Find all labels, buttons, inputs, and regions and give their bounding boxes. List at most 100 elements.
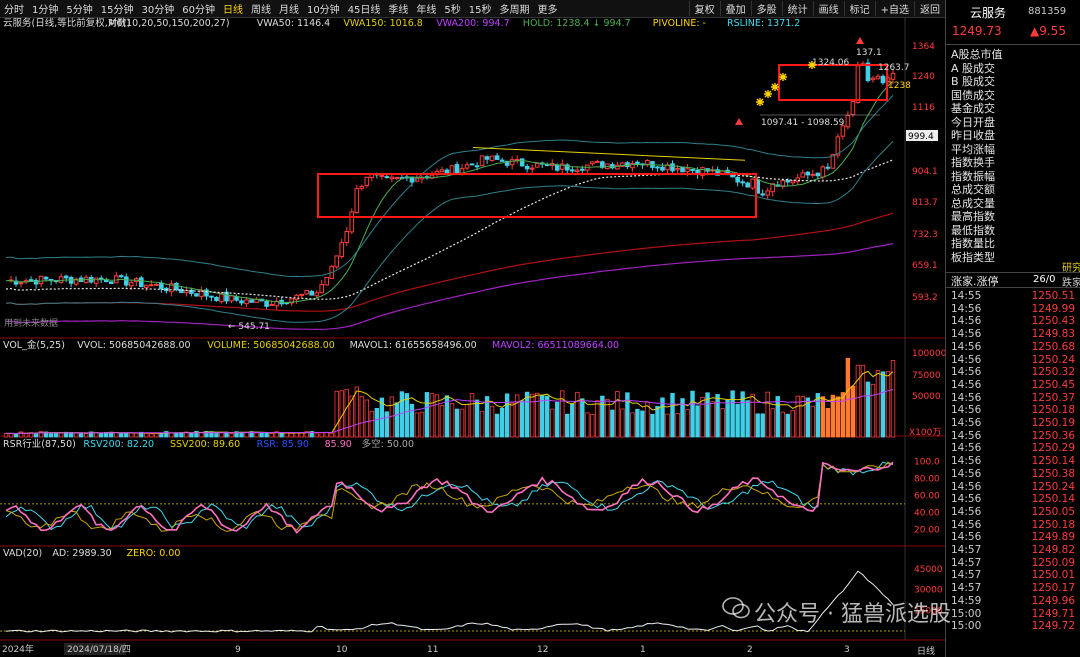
volume-bar [159,432,164,438]
tick-price: 1250.19 [1031,417,1075,429]
candle-body [43,276,49,280]
candle-body [680,166,685,173]
volume-bar [409,403,415,438]
rsr-tick: 40.00 [914,508,940,518]
volume-bar [730,390,735,438]
tab-3[interactable]: 15分钟 [97,1,138,16]
volume-bar [785,413,790,438]
volume-bar [750,393,755,438]
tick-time: 15:00 [951,607,982,620]
limit-value: 26/0 [1033,274,1056,285]
candle-body [499,159,505,162]
tab-8[interactable]: 月线 [275,1,303,16]
tab-7[interactable]: 周线 [247,1,275,16]
candle-body [655,166,660,169]
kline-chart[interactable]: 用到未来数据 ← 545.711097.41 - 1098.591324.06 12… [0,17,945,657]
tick-time: 14:56 [951,340,982,353]
toolbar-button-2[interactable]: 多股 [750,1,782,16]
tab-0[interactable]: 分时 [0,1,28,16]
tick-row: 14:56 1249.99 [951,303,1079,315]
volume-bar [540,394,545,438]
tab-6[interactable]: 日线 [219,1,247,16]
tab-13[interactable]: 5秒 [440,1,464,16]
tab-14[interactable]: 15秒 [465,1,496,16]
tab-16[interactable]: 更多 [534,1,562,16]
toolbar-button-0[interactable]: 复权 [688,1,720,16]
volume-bar [860,364,866,438]
volume-bar [835,396,841,438]
volume-bar [685,409,690,438]
volume-bar [399,391,405,438]
range-label: 1097.41 - 1098.59 [761,118,845,128]
vol-tick: 75000 [912,371,941,381]
candle-body [815,172,821,177]
candle-body [875,75,881,80]
index-change: ▲9.55 [1030,24,1066,38]
candle-body [635,161,640,165]
volume-bar [394,402,400,438]
tick-price: 1250.38 [1031,467,1075,480]
toolbar-button-1[interactable]: 叠加 [719,1,751,16]
tick-time: 14:56 [951,328,982,341]
volume-bar [124,432,129,438]
volume-bar [735,403,740,438]
tick-price: 1250.29 [1031,442,1075,455]
tab-11[interactable]: 季线 [384,1,412,16]
volume-bar [555,401,560,438]
volume-bar [374,408,380,438]
indicator-label: RSR行业(87,50) [3,438,76,450]
x-axis-label: 9 [235,645,241,655]
candle-body [194,293,199,297]
candle-body [529,167,535,170]
candle-body [379,174,385,177]
tick-time: 14:56 [951,315,982,328]
tick-time: 14:55 [951,290,982,302]
volume-bar [449,403,455,438]
price-label-1263: 1263.7 [878,63,910,73]
tick-time: 14:57 [951,582,982,595]
volume-bar [645,401,650,438]
candle-body [384,176,390,179]
candle-body [38,275,44,285]
tab-1[interactable]: 1分钟 [28,1,62,16]
toolbar-button-5[interactable]: 标记 [843,1,875,16]
volume-bar [259,432,264,438]
toolbar-button-7[interactable]: 返回 [914,1,945,16]
tab-15[interactable]: 多周期 [496,1,534,16]
toolbar-button-3[interactable]: 统计 [781,1,813,16]
volume-bar [650,413,655,438]
volume-bar [13,433,19,438]
tab-9[interactable]: 10分钟 [303,1,344,16]
candle-body [880,75,886,84]
volume-bar [189,432,194,438]
tab-12[interactable]: 年线 [412,1,440,16]
sidebar-divider [946,44,1080,45]
price-tick: 1240 [912,72,935,82]
tab-4[interactable]: 30分钟 [137,1,178,16]
tab-5[interactable]: 60分钟 [178,1,219,16]
candle-body [469,163,475,166]
candle-body [319,284,325,294]
candle-body [574,169,580,172]
toolbar-button-4[interactable]: 画线 [812,1,844,16]
rsr-tick: 100.0 [914,457,940,467]
toolbar-button-6[interactable]: +自选 [874,1,914,16]
tick-time: 14:59 [951,594,982,607]
volume-bar [875,369,881,438]
tab-10[interactable]: 45日线 [344,1,385,16]
volume-bar [469,393,475,438]
tick-time: 14:56 [951,366,982,379]
volume-bar [514,394,520,438]
candle-body [364,176,370,186]
candle-body [18,282,24,285]
candle-body [394,176,400,179]
volume-bar [620,408,625,438]
candle-body [750,178,755,189]
volume-bar [690,390,695,438]
volume-bar [695,405,700,438]
volume-bar [885,371,891,438]
price-tick: 813.7 [912,198,938,208]
indicator-label: VVOL: 50685042688.00 [77,340,190,351]
tick-price: 1249.72 [1031,620,1075,633]
tab-2[interactable]: 5分钟 [62,1,96,16]
